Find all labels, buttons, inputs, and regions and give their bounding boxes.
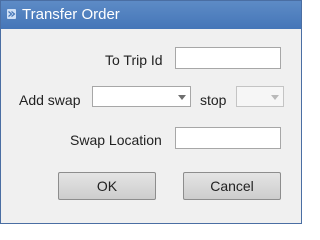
stop-select[interactable] <box>236 86 284 107</box>
add-swap-select[interactable] <box>92 86 191 107</box>
transfer-order-dialog: Transfer Order To Trip Id Add swap stop … <box>0 0 302 224</box>
chevron-down-icon[interactable] <box>268 88 282 105</box>
swap-location-label: Swap Location <box>70 132 162 148</box>
to-trip-id-field[interactable] <box>175 47 281 69</box>
cancel-button[interactable]: Cancel <box>183 172 281 200</box>
dialog-title: Transfer Order <box>22 6 120 23</box>
add-swap-label: Add swap <box>19 92 81 108</box>
swap-location-field[interactable] <box>175 127 281 149</box>
chevron-down-icon[interactable] <box>175 88 189 105</box>
ok-button[interactable]: OK <box>58 172 156 200</box>
stop-label: stop <box>200 92 227 108</box>
to-trip-id-label: To Trip Id <box>105 52 163 68</box>
title-bar[interactable]: Transfer Order <box>1 1 301 29</box>
app-icon <box>7 9 16 19</box>
